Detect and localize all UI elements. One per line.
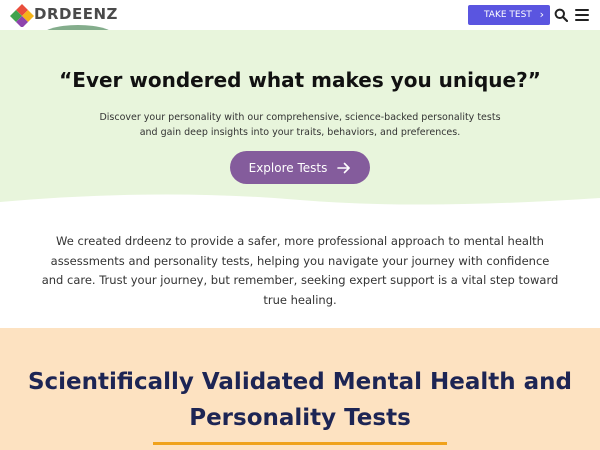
section-title-underline xyxy=(153,442,447,445)
chevron-right-icon: › xyxy=(539,8,544,21)
arrow-right-icon xyxy=(337,162,351,173)
explore-tests-label: Explore Tests xyxy=(248,160,328,175)
hero-section: “Ever wondered what makes you unique?” D… xyxy=(0,30,600,210)
explore-tests-button[interactable]: Explore Tests xyxy=(230,151,370,184)
hero-title: “Ever wondered what makes you unique?” xyxy=(59,68,541,92)
logo-mark-icon xyxy=(10,4,34,27)
take-test-label: TAKE TEST xyxy=(484,10,532,20)
search-icon[interactable] xyxy=(554,8,568,22)
take-test-button[interactable]: TAKE TEST › xyxy=(468,5,550,25)
about-paragraph: We created drdeenz to provide a safer, m… xyxy=(41,234,559,307)
section-title: Scientifically Validated Mental Health a… xyxy=(27,369,573,431)
hero-subtitle: Discover your personality with our compr… xyxy=(99,112,501,138)
hamburger-menu-icon[interactable] xyxy=(575,9,589,21)
validated-tests-section: Scientifically Validated Mental Health a… xyxy=(0,328,600,450)
logo[interactable]: DRDEENZ xyxy=(10,3,117,37)
logo-text: DRDEENZ xyxy=(34,5,118,23)
site-header: DRDEENZ TAKE TEST › xyxy=(0,0,600,37)
